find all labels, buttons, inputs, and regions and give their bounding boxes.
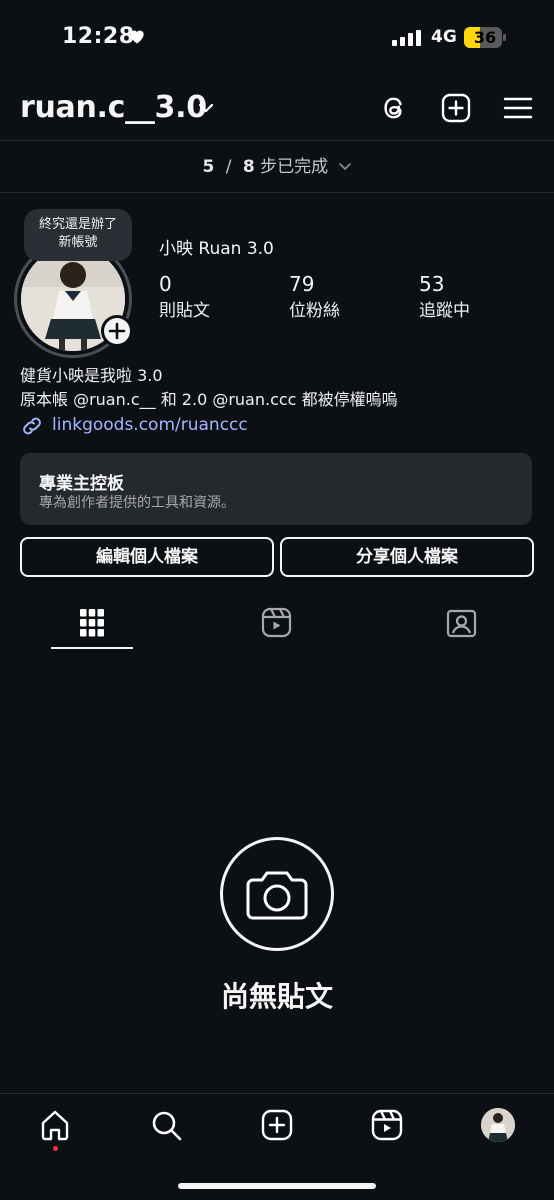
dashboard-subtitle: 專為創作者提供的工具和資源。 [39,495,235,511]
note-text: 終究還是辦了 新帳號 [38,217,117,250]
camera-icon [246,871,308,920]
edit-profile-button[interactable]: 編輯個人檔案 [20,537,274,577]
add-story-button[interactable] [104,318,130,344]
followers-label[interactable]: 位粉絲 [289,296,340,321]
profile-progress[interactable]: 5 / 8 步已完成 [0,152,554,177]
dashboard-title: 專業主控板 [39,474,124,494]
following-count[interactable]: 53 [419,272,444,296]
plus-icon [108,322,126,340]
progress-total: 8 [242,157,255,177]
empty-state-label: 尚無貼文 [220,980,333,1013]
note-bubble[interactable]: 終究還是辦了 新帳號 [24,209,132,261]
notification-dot [53,1146,58,1151]
profile-avatar-photo [481,1108,515,1142]
cellular-signal-icon [392,30,421,46]
divider [0,1093,554,1094]
chevron-down-icon [338,163,351,171]
posts-label[interactable]: 則貼文 [159,296,210,321]
active-tab-indicator [51,647,133,649]
posts-count[interactable]: 0 [159,272,172,296]
battery-level: 36 [473,28,497,47]
home-icon[interactable] [38,1108,72,1142]
search-icon[interactable] [149,1108,183,1142]
tagged-icon[interactable] [446,607,477,638]
share-profile-button[interactable]: 分享個人檔案 [280,537,534,577]
progress-separator: / [225,157,232,177]
threads-icon[interactable] [379,93,409,123]
progress-done: 5 [202,157,215,177]
link-icon [23,417,41,435]
empty-state-circle [220,837,334,951]
home-indicator [178,1183,376,1189]
following-label[interactable]: 追蹤中 [419,296,470,321]
status-time: 12:28 [62,24,135,49]
divider [0,140,554,141]
chevron-down-icon[interactable] [197,99,215,117]
account-switcher[interactable]: ruan.c__3.0 [20,90,207,125]
bio-line: 健貨小映是我啦 3.0 [20,366,163,385]
profile-link[interactable]: linkgoods.com/ruanccc [52,415,248,435]
create-icon[interactable] [260,1108,294,1142]
menu-icon[interactable] [503,93,533,123]
bio-line: 原本帳 @ruan.c__ 和 2.0 @ruan.ccc 都被停權嗚嗚 [20,390,398,409]
new-post-icon[interactable] [441,93,471,123]
reels-icon[interactable] [370,1108,404,1142]
progress-label: 步已完成 [260,157,329,177]
network-type: 4G [431,27,457,47]
grid-icon[interactable] [80,609,104,637]
divider [0,192,554,193]
followers-count[interactable]: 79 [289,272,314,296]
display-name: 小映 Ruan 3.0 [159,239,274,259]
profile-avatar[interactable] [481,1108,515,1142]
reels-icon[interactable] [261,607,292,638]
heart-icon [130,30,144,44]
